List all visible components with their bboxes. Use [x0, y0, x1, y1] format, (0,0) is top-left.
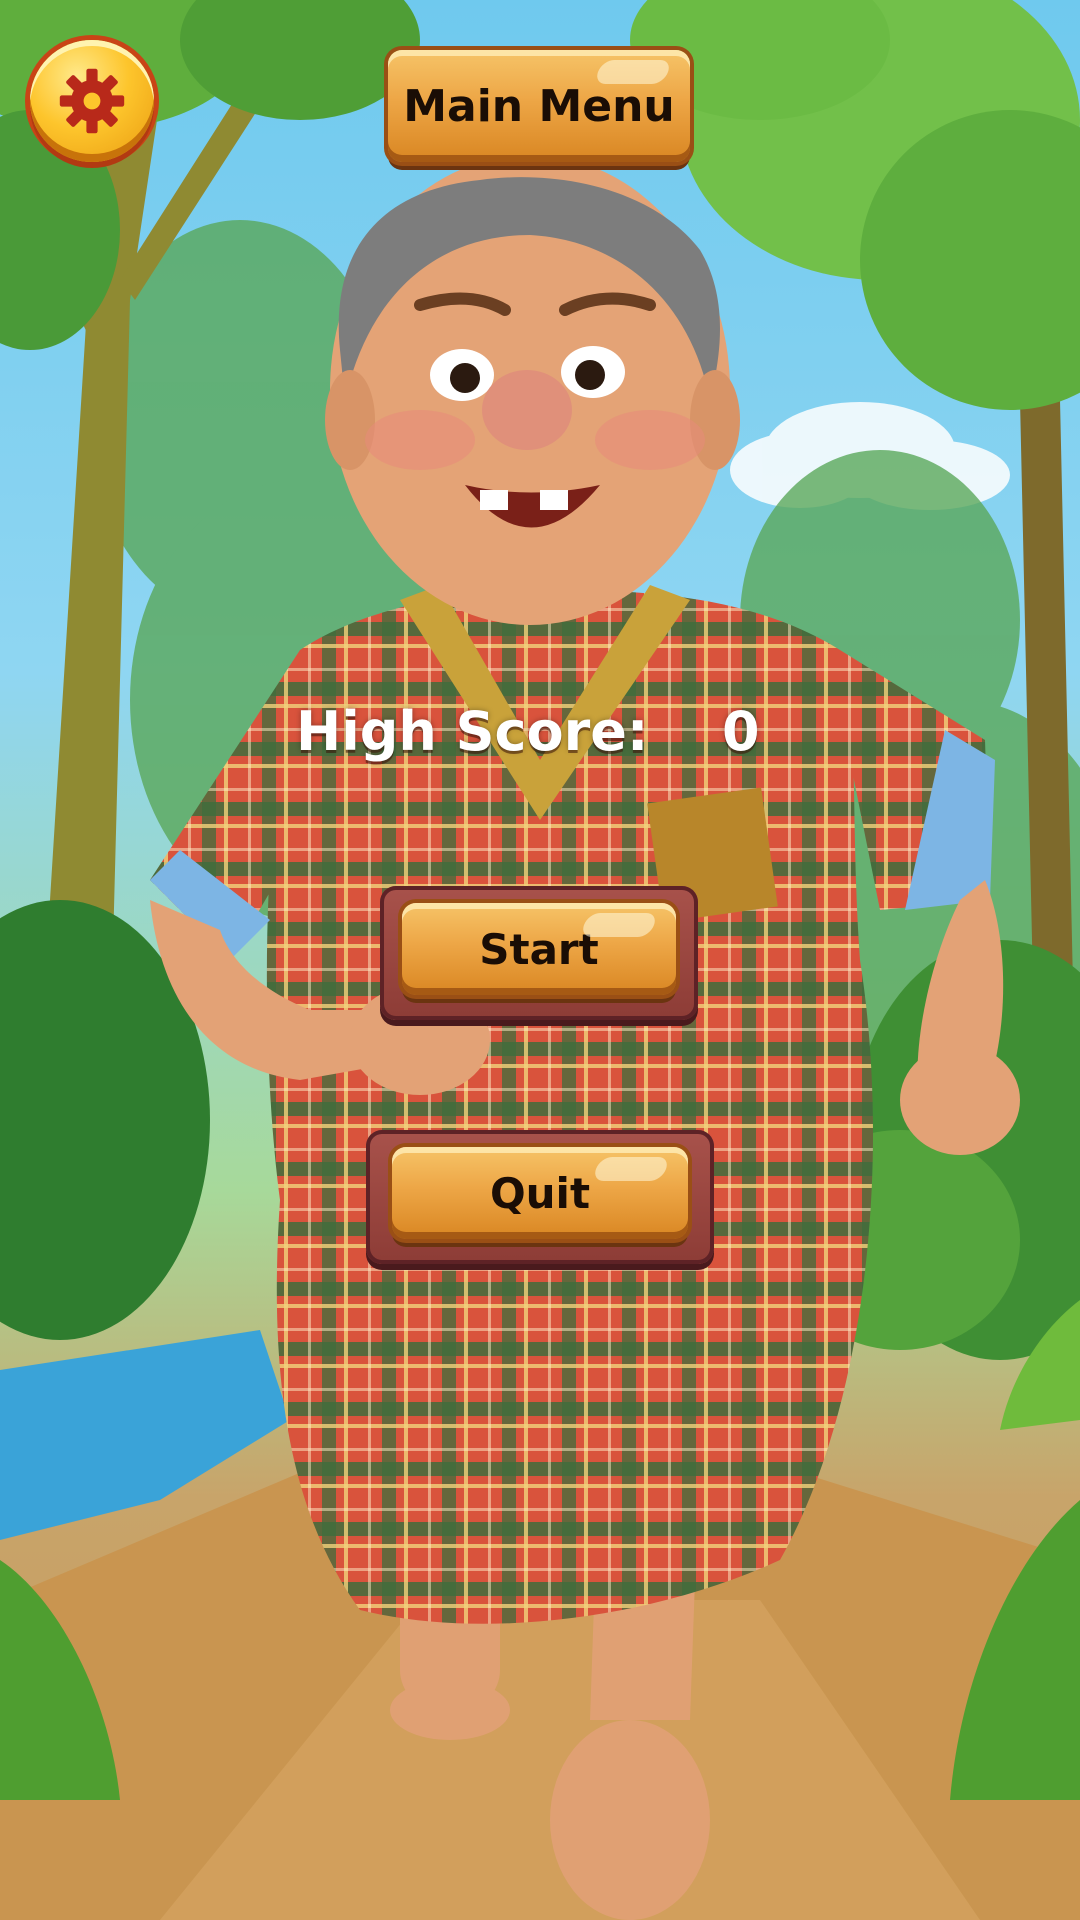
high-score-value: 0 — [722, 700, 760, 763]
start-button[interactable]: Start — [402, 903, 676, 995]
gear-icon — [59, 68, 125, 134]
main-menu-label: Main Menu — [403, 80, 675, 132]
high-score-display: High Score: 0 — [296, 700, 776, 780]
quit-label: Quit — [489, 1168, 591, 1218]
main-menu-button[interactable]: Main Menu — [388, 50, 690, 162]
character-head — [325, 155, 740, 625]
quit-button[interactable]: Quit — [392, 1147, 688, 1239]
settings-button[interactable] — [30, 40, 154, 162]
start-label: Start — [479, 924, 599, 974]
high-score-label: High Score: — [296, 700, 649, 763]
game-screen: Main Menu High Score: 0 Start Quit — [0, 0, 1080, 1920]
